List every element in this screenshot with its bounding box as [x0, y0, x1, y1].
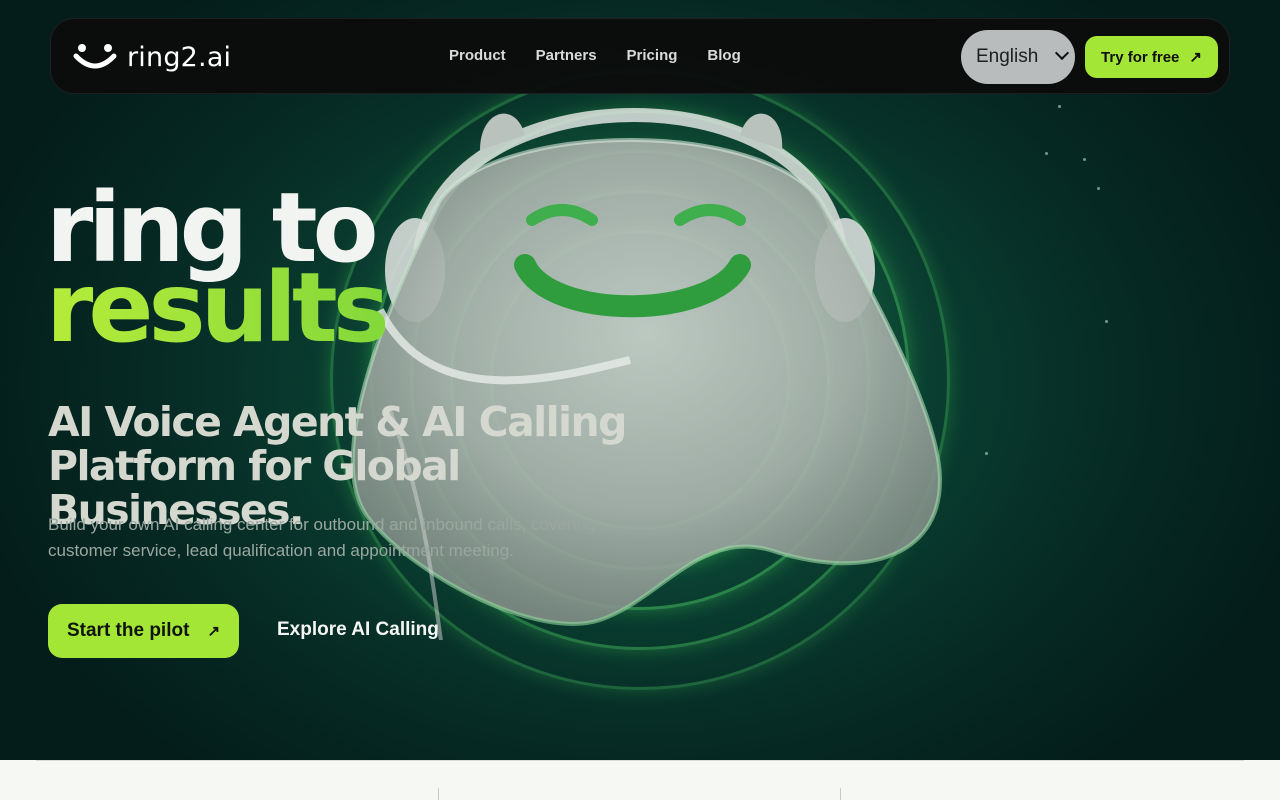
star-dot [1097, 187, 1100, 190]
start-pilot-button[interactable]: Start the pilot ↗ [48, 604, 239, 658]
hero-section: ring2.ai Product Partners Pricing Blog E… [0, 0, 1280, 760]
main-nav: Product Partners Pricing Blog [449, 47, 741, 64]
star-dot [985, 452, 988, 455]
nav-item-partners[interactable]: Partners [536, 47, 597, 64]
try-for-free-button[interactable]: Try for free ↗ [1085, 36, 1218, 78]
nav-item-blog[interactable]: Blog [707, 47, 740, 64]
column-divider [840, 788, 841, 800]
brand-name: ring2.ai [127, 41, 232, 73]
nav-item-product[interactable]: Product [449, 47, 506, 64]
top-navbar: ring2.ai Product Partners Pricing Blog E… [50, 18, 1230, 94]
language-select[interactable]: English [961, 30, 1075, 84]
smile-logo-icon [73, 44, 117, 69]
star-dot [1045, 152, 1048, 155]
star-dot [1083, 158, 1086, 161]
column-divider [438, 788, 439, 800]
star-dot [1105, 320, 1108, 323]
section-divider-line [36, 760, 1244, 761]
chevron-down-icon [1054, 45, 1070, 61]
arrow-up-right-icon: ↗ [1189, 49, 1202, 66]
arrow-up-right-icon: ↗ [207, 623, 221, 640]
explore-ai-calling-link[interactable]: Explore AI Calling [277, 619, 439, 641]
try-for-free-label: Try for free [1101, 48, 1180, 66]
brand-logo[interactable]: ring2.ai [73, 39, 231, 75]
next-section [0, 760, 1280, 800]
nav-item-pricing[interactable]: Pricing [627, 47, 678, 64]
start-pilot-label: Start the pilot [66, 620, 190, 641]
hero-title-line2: results [46, 252, 390, 364]
star-dot [1058, 105, 1061, 108]
language-selected-value: English [976, 46, 1039, 67]
hero-description: Build your own AI calling center for out… [48, 515, 596, 560]
